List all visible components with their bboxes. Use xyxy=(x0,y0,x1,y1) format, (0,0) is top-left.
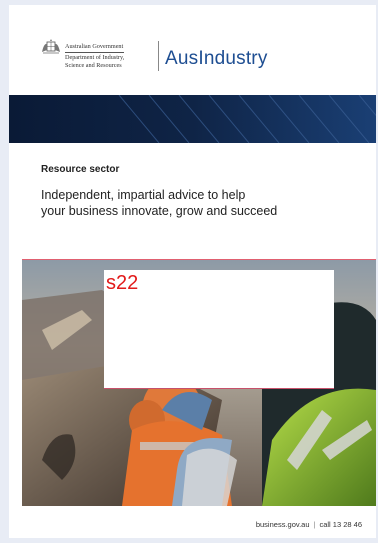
redaction-label: s22 xyxy=(106,272,139,294)
tagline-line-2: your business innovate, grow and succeed xyxy=(41,204,278,218)
section-kicker: Resource sector xyxy=(41,164,120,175)
department-line-2: Science and Resources xyxy=(65,62,122,69)
government-name: Australian Government xyxy=(65,43,125,53)
ausindustry-logo: AusIndustry xyxy=(165,48,268,69)
footer-separator: | xyxy=(313,520,316,529)
department-line-1: Department of Industry, xyxy=(65,54,125,61)
tagline-line-1: Independent, impartial advice to help xyxy=(41,188,246,202)
government-logo-text: Australian Government Department of Indu… xyxy=(65,43,125,70)
logo-divider xyxy=(158,41,159,71)
decorative-band xyxy=(9,95,376,143)
redaction-box: s22 xyxy=(104,270,334,389)
phone-number: call 13 28 46 xyxy=(319,520,362,529)
tagline: Independent, impartial advice to help yo… xyxy=(41,187,361,219)
website-link[interactable]: business.gov.au xyxy=(256,520,310,529)
coat-of-arms-icon xyxy=(42,39,60,54)
footer-contact: business.gov.au | call 13 28 46 xyxy=(256,520,362,529)
header: Australian Government Department of Indu… xyxy=(9,5,376,95)
